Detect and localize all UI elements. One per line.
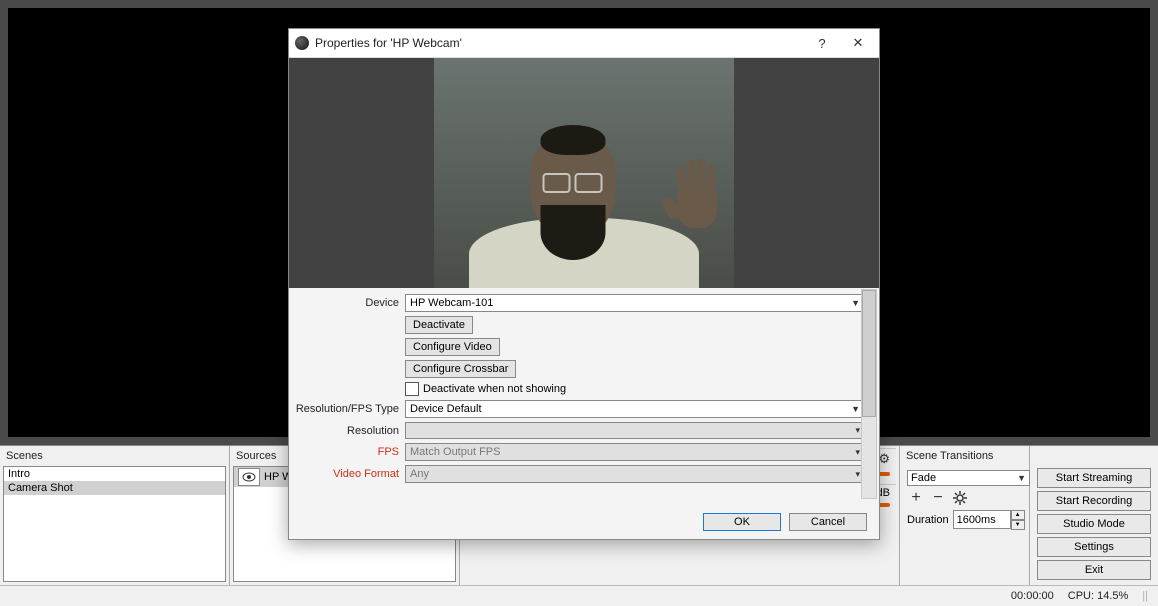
deactivate-button[interactable]: Deactivate xyxy=(405,316,473,334)
ok-button[interactable]: OK xyxy=(703,513,781,531)
status-cpu: CPU: 14.5% xyxy=(1068,590,1129,602)
cancel-button[interactable]: Cancel xyxy=(789,513,867,531)
device-select-value: HP Webcam-101 xyxy=(410,297,493,309)
dialog-button-row: OK Cancel xyxy=(289,505,879,539)
help-button[interactable]: ? xyxy=(807,29,837,57)
chevron-down-icon: ▼ xyxy=(851,404,860,414)
scene-item[interactable]: Intro xyxy=(4,467,225,481)
video-format-select[interactable]: Any ▾ xyxy=(405,465,865,483)
scrollbar-thumb[interactable] xyxy=(862,290,876,417)
controls-panel: Start Streaming Start Recording Studio M… xyxy=(1030,446,1158,606)
add-transition-button[interactable]: + xyxy=(907,489,925,507)
transition-select-value: Fade xyxy=(911,472,936,484)
deactivate-when-hidden-label: Deactivate when not showing xyxy=(423,383,566,395)
dialog-scrollbar[interactable] xyxy=(861,289,877,499)
chevron-down-icon: ▾ xyxy=(855,447,860,458)
studio-mode-button[interactable]: Studio Mode xyxy=(1037,514,1151,534)
duration-spin-up[interactable]: ▲ xyxy=(1011,510,1025,520)
res-fps-type-value: Device Default xyxy=(410,403,482,415)
deactivate-when-hidden-checkbox[interactable] xyxy=(405,382,419,396)
fps-label: FPS xyxy=(295,446,399,458)
dialog-title: Properties for 'HP Webcam' xyxy=(315,36,801,50)
scene-transitions-panel: Scene Transitions Fade ▼ + − Duration xyxy=(900,446,1030,606)
close-button[interactable]: ✕ xyxy=(843,29,873,57)
dialog-titlebar[interactable]: Properties for 'HP Webcam' ? ✕ xyxy=(289,29,879,58)
settings-button[interactable]: Settings xyxy=(1037,537,1151,557)
video-format-value: Any xyxy=(410,468,429,480)
duration-input[interactable] xyxy=(953,510,1011,529)
configure-crossbar-button[interactable]: Configure Crossbar xyxy=(405,360,516,378)
start-recording-button[interactable]: Start Recording xyxy=(1037,491,1151,511)
duration-label: Duration xyxy=(907,514,949,526)
res-fps-type-select[interactable]: Device Default ▼ xyxy=(405,400,865,418)
webcam-preview-image xyxy=(434,58,734,288)
exit-button[interactable]: Exit xyxy=(1037,560,1151,580)
transitions-title: Scene Transitions xyxy=(903,448,1026,466)
fps-select[interactable]: Match Output FPS ▾ xyxy=(405,443,865,461)
res-fps-type-label: Resolution/FPS Type xyxy=(295,403,399,415)
start-streaming-button[interactable]: Start Streaming xyxy=(1037,468,1151,488)
video-format-label: Video Format xyxy=(295,468,399,480)
resolution-select[interactable]: ▾ xyxy=(405,422,865,439)
scene-item[interactable]: Camera Shot xyxy=(4,481,225,495)
duration-field[interactable]: ▲ ▼ xyxy=(953,510,1025,530)
fps-value: Match Output FPS xyxy=(410,446,500,458)
device-select[interactable]: HP Webcam-101 ▼ xyxy=(405,294,865,312)
scenes-list[interactable]: Intro Camera Shot xyxy=(3,466,226,582)
transition-properties-button[interactable] xyxy=(951,489,969,507)
scenes-title: Scenes xyxy=(3,448,226,466)
chevron-down-icon: ▼ xyxy=(851,298,860,308)
mixer-settings-button[interactable]: ⚙ xyxy=(878,451,890,468)
scenes-panel: Scenes Intro Camera Shot + − ˄ ˅ xyxy=(0,446,230,606)
dialog-preview xyxy=(289,58,879,288)
duration-spin-down[interactable]: ▼ xyxy=(1011,520,1025,530)
status-bar: 00:00:00 CPU: 14.5% || xyxy=(0,585,1158,606)
source-properties-dialog: Properties for 'HP Webcam' ? ✕ D xyxy=(288,28,880,540)
chevron-down-icon: ▾ xyxy=(855,469,860,480)
visibility-toggle-icon[interactable] xyxy=(238,468,260,486)
transition-select[interactable]: Fade ▼ xyxy=(907,470,1030,486)
remove-transition-button[interactable]: − xyxy=(929,489,947,507)
chevron-down-icon: ▾ xyxy=(855,425,860,436)
device-label: Device xyxy=(295,297,399,309)
chevron-down-icon: ▼ xyxy=(1017,473,1026,483)
app-icon xyxy=(295,36,309,50)
configure-video-button[interactable]: Configure Video xyxy=(405,338,500,356)
resolution-label: Resolution xyxy=(295,425,399,437)
status-time: 00:00:00 xyxy=(1011,590,1054,602)
dialog-form: Device HP Webcam-101 ▼ Deactivate Config… xyxy=(289,288,879,505)
